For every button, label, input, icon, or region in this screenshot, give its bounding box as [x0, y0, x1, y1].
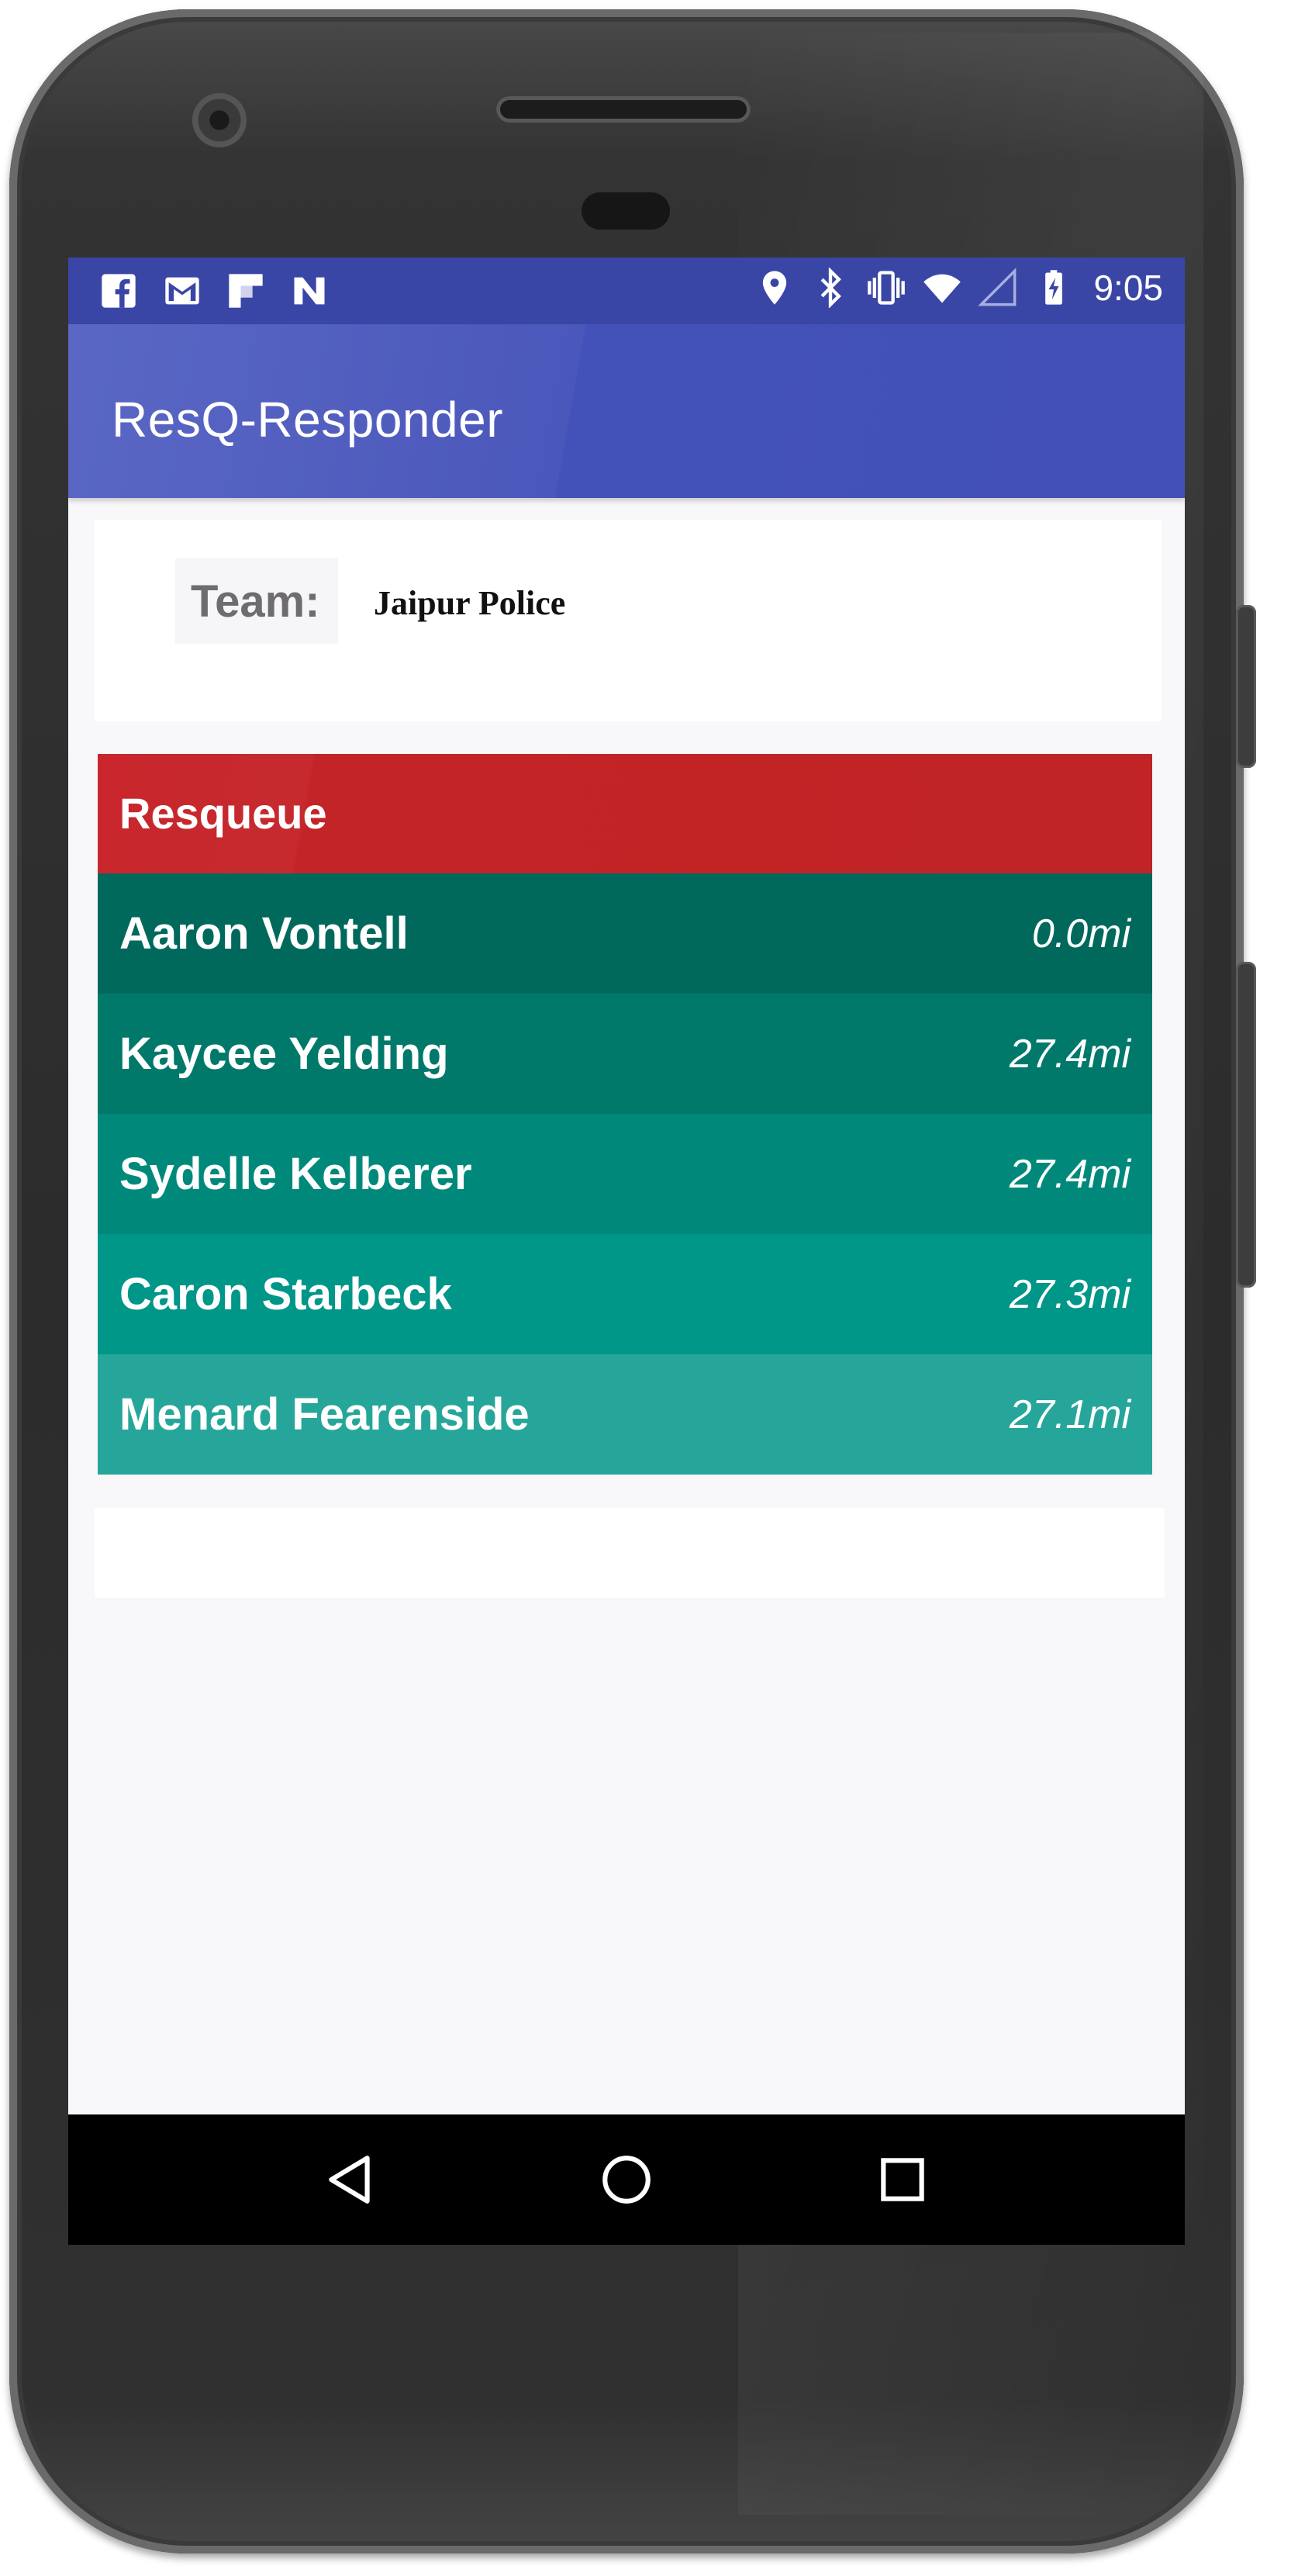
responder-name: Menard Fearenside — [119, 1389, 530, 1440]
queue-row[interactable]: Caron Starbeck 27.3mi — [98, 1234, 1152, 1354]
responder-distance: 27.4mi — [1009, 1032, 1130, 1077]
queue-row[interactable]: Aaron Vontell 0.0mi — [98, 873, 1152, 994]
responder-distance: 27.1mi — [1009, 1392, 1130, 1437]
flipboard-icon — [225, 270, 267, 312]
battery-charging-icon — [1033, 267, 1075, 309]
responder-name: Aaron Vontell — [119, 908, 409, 959]
queue-row[interactable]: Kaycee Yelding 27.4mi — [98, 994, 1152, 1114]
front-camera — [192, 93, 247, 147]
team-label: Team: — [191, 576, 320, 627]
responder-distance: 0.0mi — [1031, 911, 1130, 956]
team-name: Jaipur Police — [374, 584, 566, 622]
power-button — [1236, 605, 1256, 768]
volume-button — [1236, 962, 1256, 1288]
resqueue-list: Resqueue Aaron Vontell 0.0mi Kaycee Yeld… — [98, 754, 1152, 1475]
wifi-icon — [921, 267, 963, 309]
app-bar: ResQ-Responder — [68, 324, 1185, 498]
responder-distance: 27.4mi — [1009, 1152, 1130, 1197]
empty-card — [95, 1508, 1165, 1598]
facebook-icon — [98, 270, 140, 312]
location-icon — [754, 267, 796, 309]
status-bar: 9:05 — [68, 258, 1185, 324]
system-icons: 9:05 — [754, 267, 1163, 309]
proximity-sensor — [582, 192, 670, 230]
responder-name: Sydelle Kelberer — [119, 1149, 472, 1199]
n-app-icon — [288, 270, 330, 312]
resqueue-header: Resqueue — [98, 754, 1152, 873]
back-icon[interactable] — [319, 2149, 381, 2211]
earpiece-speaker — [496, 96, 751, 123]
gmail-icon — [161, 270, 203, 312]
signal-icon — [977, 267, 1019, 309]
team-card: Team: Jaipur Police — [95, 520, 1162, 721]
responder-distance: 27.3mi — [1009, 1272, 1130, 1317]
recents-icon[interactable] — [872, 2149, 934, 2211]
phone-screen: 9:05 ResQ-Responder Team: Jaipur Police … — [68, 258, 1185, 2245]
notification-icons — [98, 270, 330, 312]
queue-row[interactable]: Sydelle Kelberer 27.4mi — [98, 1114, 1152, 1234]
home-icon[interactable] — [595, 2149, 658, 2211]
status-clock: 9:05 — [1093, 268, 1163, 308]
responder-name: Kaycee Yelding — [119, 1029, 449, 1079]
navigation-bar — [68, 2114, 1185, 2245]
vibrate-icon — [865, 267, 907, 309]
responder-name: Caron Starbeck — [119, 1269, 452, 1319]
app-title: ResQ-Responder — [112, 392, 503, 448]
bluetooth-icon — [809, 267, 851, 309]
queue-row[interactable]: Menard Fearenside 27.1mi — [98, 1354, 1152, 1475]
resqueue-title: Resqueue — [119, 789, 327, 838]
